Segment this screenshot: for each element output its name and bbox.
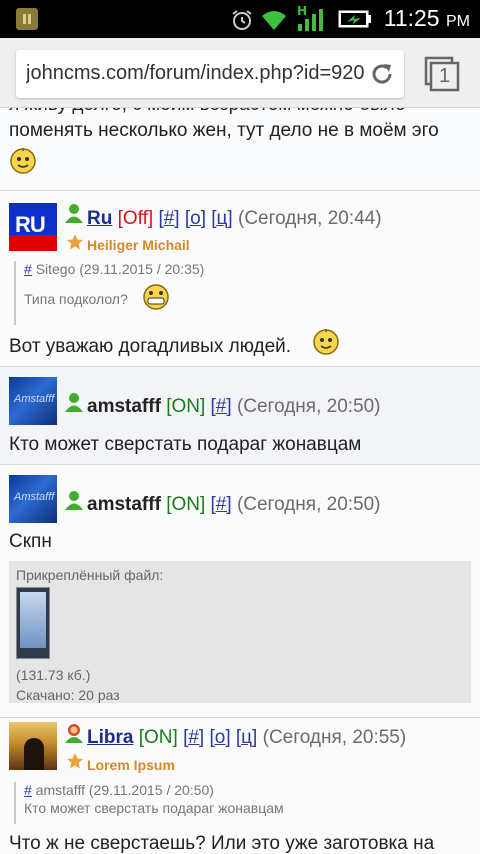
- browser-toolbar: johncms.com/forum/index.php?id=920 1: [0, 38, 480, 108]
- quote-anchor-link[interactable]: #: [24, 261, 32, 277]
- smiley-icon: [313, 329, 339, 355]
- notification-icon: [16, 8, 38, 30]
- alarm-icon: [232, 10, 252, 30]
- tabs-button[interactable]: 1: [424, 56, 460, 92]
- online-status: [ON]: [138, 727, 178, 748]
- post-text-line: я живу долго, с моим возрастом можно был…: [9, 108, 406, 116]
- quote-block: # amstafff (29.11.2015 / 20:50) Кто може…: [14, 782, 284, 824]
- post-text: Вот уважаю догадливых людей.: [9, 336, 292, 357]
- user-online-icon: [65, 491, 83, 510]
- post-link[interactable]: [#]: [211, 494, 232, 515]
- post-text: Кто может сверстать подараг жонавцам: [9, 434, 362, 455]
- avatar[interactable]: Amstafff: [9, 377, 57, 425]
- user-online-icon: [65, 393, 83, 412]
- status-bar: H 11:25 PM: [0, 0, 480, 38]
- forum-post: RU Ru [Off] [#] [о] [ц] (Сегодня, 20:44)…: [0, 191, 480, 367]
- user-status: Lorem Ipsum: [87, 757, 175, 773]
- forum-post: Amstafff amstafff [ON] [#] (Сегодня, 20:…: [0, 367, 480, 465]
- post-link[interactable]: [#]: [211, 396, 232, 417]
- reply-link[interactable]: [о]: [185, 208, 206, 229]
- post-header: amstafff [ON] [#] (Сегодня, 20:50): [87, 494, 381, 516]
- battery-icon: [338, 10, 371, 28]
- avatar[interactable]: RU: [9, 203, 57, 251]
- signal-icon: [298, 9, 323, 31]
- user-female-icon: [65, 724, 83, 743]
- quote-anchor-link[interactable]: #: [24, 782, 32, 798]
- post-text: Что ж не сверстаешь? Или это уже заготов…: [9, 833, 435, 854]
- quote-link[interactable]: [ц]: [236, 727, 257, 748]
- attachment-thumbnail[interactable]: [16, 587, 50, 659]
- post-date: (Сегодня, 20:50): [236, 396, 381, 417]
- username[interactable]: amstafff: [87, 494, 161, 515]
- post-text: Скпн: [9, 531, 52, 552]
- post-date: (Сегодня, 20:44): [238, 208, 382, 229]
- quote-author: Sitego (29.11.2015 / 20:35): [35, 261, 205, 277]
- wifi-icon: [262, 11, 286, 30]
- attachment-box: Прикреплённый файл: (131.73 кб.) Скачано…: [9, 561, 471, 703]
- forum-post: Amstafff amstafff [ON] [#] (Сегодня, 20:…: [0, 465, 480, 718]
- username-link[interactable]: Libra: [87, 727, 133, 748]
- star-icon: [67, 234, 83, 250]
- reload-icon[interactable]: [368, 60, 396, 88]
- post-text-line: поменять несколько жен, тут дело не в мо…: [9, 120, 439, 141]
- user-online-icon: [65, 204, 83, 223]
- online-status: [ON]: [166, 494, 206, 515]
- online-status: [Off]: [117, 208, 154, 229]
- post-link[interactable]: [#]: [183, 727, 204, 748]
- smiley-icon: [10, 148, 36, 174]
- clock: 11:25 PM: [383, 5, 470, 31]
- quote-block: # Sitego (29.11.2015 / 20:35) Типа подко…: [14, 261, 204, 325]
- online-status: [ON]: [166, 396, 206, 417]
- quote-author: amstafff (29.11.2015 / 20:50): [35, 782, 214, 798]
- post-header: amstafff [ON] [#] (Сегодня, 20:50): [87, 396, 381, 418]
- quote-text: Типа подколол?: [24, 291, 128, 307]
- username-link[interactable]: Ru: [87, 208, 112, 229]
- post-date: (Сегодня, 20:50): [236, 494, 381, 515]
- username[interactable]: amstafff: [87, 396, 161, 417]
- tab-count: 1: [439, 65, 451, 87]
- quote-text: Кто может сверстать подараг жонавцам: [24, 800, 284, 816]
- avatar[interactable]: Amstafff: [9, 475, 57, 523]
- forum-page: я живу долго, с моим возрастом можно был…: [0, 108, 480, 854]
- grin-smiley-icon: [143, 284, 169, 310]
- star-icon: [67, 753, 83, 769]
- reply-link[interactable]: [о]: [209, 727, 230, 748]
- address-bar[interactable]: johncms.com/forum/index.php?id=920: [16, 50, 404, 98]
- forum-post: я живу долго, с моим возрастом можно был…: [0, 108, 480, 191]
- post-date: (Сегодня, 20:55): [262, 727, 407, 748]
- post-link[interactable]: [#]: [158, 208, 179, 229]
- user-status: Heiliger Michail: [87, 237, 190, 253]
- attachment-label: Прикреплённый файл:: [16, 567, 164, 583]
- url-text[interactable]: johncms.com/forum/index.php?id=920: [26, 62, 366, 85]
- post-header: Libra [ON] [#] [о] [ц] (Сегодня, 20:55): [87, 727, 406, 749]
- forum-post: Libra [ON] [#] [о] [ц] (Сегодня, 20:55) …: [0, 718, 480, 854]
- attachment-downloads: Скачано: 20 раз: [16, 687, 120, 703]
- attachment-size: (131.73 кб.): [16, 667, 91, 683]
- quote-link[interactable]: [ц]: [211, 208, 232, 229]
- avatar[interactable]: [9, 722, 57, 770]
- post-header: Ru [Off] [#] [о] [ц] (Сегодня, 20:44): [87, 208, 382, 230]
